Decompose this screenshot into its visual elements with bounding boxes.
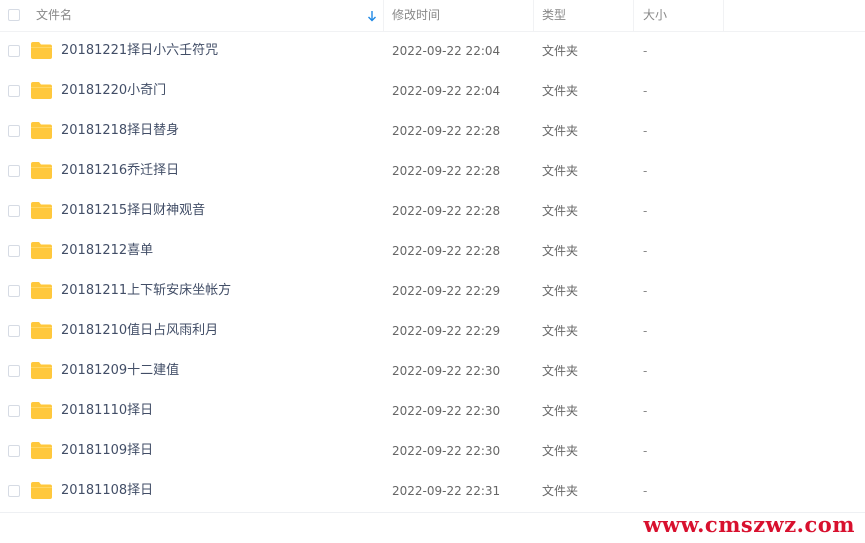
- modified-time: 2022-09-22 22:28: [392, 124, 501, 138]
- file-type: 文件夹: [542, 204, 579, 218]
- file-row[interactable]: 20181215择日财神观音 2022-09-22 22:28 文件夹 -: [0, 191, 865, 231]
- file-name-link[interactable]: 20181215择日财神观音: [61, 191, 205, 231]
- file-rows: 20181221择日小六壬符咒 2022-09-22 22:04 文件夹 - 2…: [0, 31, 865, 511]
- file-name-link[interactable]: 20181211上下斩安床坐帐方: [61, 271, 231, 311]
- folder-icon: [31, 162, 52, 179]
- column-divider[interactable]: [633, 0, 634, 31]
- file-type: 文件夹: [542, 164, 579, 178]
- row-checkbox[interactable]: [8, 405, 20, 417]
- modified-time: 2022-09-22 22:30: [392, 364, 501, 378]
- file-type: 文件夹: [542, 244, 579, 258]
- row-checkbox[interactable]: [8, 285, 20, 297]
- modified-time: 2022-09-22 22:28: [392, 164, 501, 178]
- file-row[interactable]: 20181210值日占风雨利月 2022-09-22 22:29 文件夹 -: [0, 311, 865, 351]
- row-checkbox[interactable]: [8, 45, 20, 57]
- file-row[interactable]: 20181110择日 2022-09-22 22:30 文件夹 -: [0, 391, 865, 431]
- file-size: -: [643, 84, 648, 98]
- file-type: 文件夹: [542, 404, 579, 418]
- file-name-link[interactable]: 20181209十二建值: [61, 351, 179, 391]
- file-row[interactable]: 20181211上下斩安床坐帐方 2022-09-22 22:29 文件夹 -: [0, 271, 865, 311]
- file-size: -: [643, 164, 648, 178]
- file-list-view: 文件名 修改时间 类型 大小 20181221择日小六壬符咒 2022-09-2…: [0, 0, 865, 543]
- modified-time: 2022-09-22 22:29: [392, 324, 501, 338]
- folder-icon: [31, 82, 52, 99]
- file-size: -: [643, 204, 648, 218]
- column-header-time[interactable]: 修改时间: [392, 0, 440, 31]
- folder-icon: [31, 322, 52, 339]
- file-name-link[interactable]: 20181210值日占风雨利月: [61, 311, 218, 351]
- file-row[interactable]: 20181108择日 2022-09-22 22:31 文件夹 -: [0, 471, 865, 511]
- row-checkbox[interactable]: [8, 85, 20, 97]
- file-size: -: [643, 484, 648, 498]
- file-size: -: [643, 324, 648, 338]
- arrow-down-icon[interactable]: [367, 10, 377, 22]
- folder-icon: [31, 242, 52, 259]
- file-name-link[interactable]: 20181110择日: [61, 391, 153, 431]
- file-size: -: [643, 44, 648, 58]
- file-size: -: [643, 364, 648, 378]
- folder-icon: [31, 402, 52, 419]
- column-header-name[interactable]: 文件名: [36, 0, 72, 31]
- column-divider[interactable]: [723, 0, 724, 31]
- row-checkbox[interactable]: [8, 245, 20, 257]
- file-size: -: [643, 444, 648, 458]
- file-row[interactable]: 20181109择日 2022-09-22 22:30 文件夹 -: [0, 431, 865, 471]
- folder-icon: [31, 282, 52, 299]
- folder-icon: [31, 42, 52, 59]
- select-all-checkbox[interactable]: [8, 9, 20, 21]
- file-name-link[interactable]: 20181218择日替身: [61, 111, 179, 151]
- file-type: 文件夹: [542, 124, 579, 138]
- folder-icon: [31, 442, 52, 459]
- file-row[interactable]: 20181209十二建值 2022-09-22 22:30 文件夹 -: [0, 351, 865, 391]
- modified-time: 2022-09-22 22:30: [392, 404, 501, 418]
- file-size: -: [643, 244, 648, 258]
- file-name-link[interactable]: 20181109择日: [61, 431, 153, 471]
- folder-icon: [31, 202, 52, 219]
- folder-icon: [31, 482, 52, 499]
- file-type: 文件夹: [542, 44, 579, 58]
- folder-icon: [31, 122, 52, 139]
- file-row[interactable]: 20181216乔迁择日 2022-09-22 22:28 文件夹 -: [0, 151, 865, 191]
- row-checkbox[interactable]: [8, 325, 20, 337]
- modified-time: 2022-09-22 22:04: [392, 44, 501, 58]
- watermark-text: www.cmszwz.com: [643, 512, 855, 537]
- column-divider[interactable]: [533, 0, 534, 31]
- modified-time: 2022-09-22 22:29: [392, 284, 501, 298]
- file-name-link[interactable]: 20181221择日小六壬符咒: [61, 31, 218, 71]
- column-header-size[interactable]: 大小: [643, 0, 667, 31]
- modified-time: 2022-09-22 22:28: [392, 244, 501, 258]
- file-row[interactable]: 20181221择日小六壬符咒 2022-09-22 22:04 文件夹 -: [0, 31, 865, 71]
- file-type: 文件夹: [542, 364, 579, 378]
- file-row[interactable]: 20181218择日替身 2022-09-22 22:28 文件夹 -: [0, 111, 865, 151]
- file-type: 文件夹: [542, 84, 579, 98]
- row-checkbox[interactable]: [8, 125, 20, 137]
- modified-time: 2022-09-22 22:28: [392, 204, 501, 218]
- file-name-link[interactable]: 20181220小奇门: [61, 71, 166, 111]
- file-name-link[interactable]: 20181216乔迁择日: [61, 151, 179, 191]
- column-divider[interactable]: [383, 0, 384, 31]
- row-checkbox[interactable]: [8, 365, 20, 377]
- row-checkbox[interactable]: [8, 485, 20, 497]
- row-checkbox[interactable]: [8, 205, 20, 217]
- column-header-type[interactable]: 类型: [542, 0, 566, 31]
- file-name-link[interactable]: 20181212喜单: [61, 231, 153, 271]
- modified-time: 2022-09-22 22:30: [392, 444, 501, 458]
- folder-icon: [31, 362, 52, 379]
- file-size: -: [643, 124, 648, 138]
- row-checkbox[interactable]: [8, 445, 20, 457]
- file-row[interactable]: 20181212喜单 2022-09-22 22:28 文件夹 -: [0, 231, 865, 271]
- file-size: -: [643, 284, 648, 298]
- file-type: 文件夹: [542, 284, 579, 298]
- file-type: 文件夹: [542, 444, 579, 458]
- file-type: 文件夹: [542, 324, 579, 338]
- file-row[interactable]: 20181220小奇门 2022-09-22 22:04 文件夹 -: [0, 71, 865, 111]
- file-name-link[interactable]: 20181108择日: [61, 471, 153, 511]
- file-list-header: 文件名 修改时间 类型 大小: [0, 0, 865, 32]
- row-checkbox[interactable]: [8, 165, 20, 177]
- file-type: 文件夹: [542, 484, 579, 498]
- modified-time: 2022-09-22 22:04: [392, 84, 501, 98]
- file-size: -: [643, 404, 648, 418]
- modified-time: 2022-09-22 22:31: [392, 484, 501, 498]
